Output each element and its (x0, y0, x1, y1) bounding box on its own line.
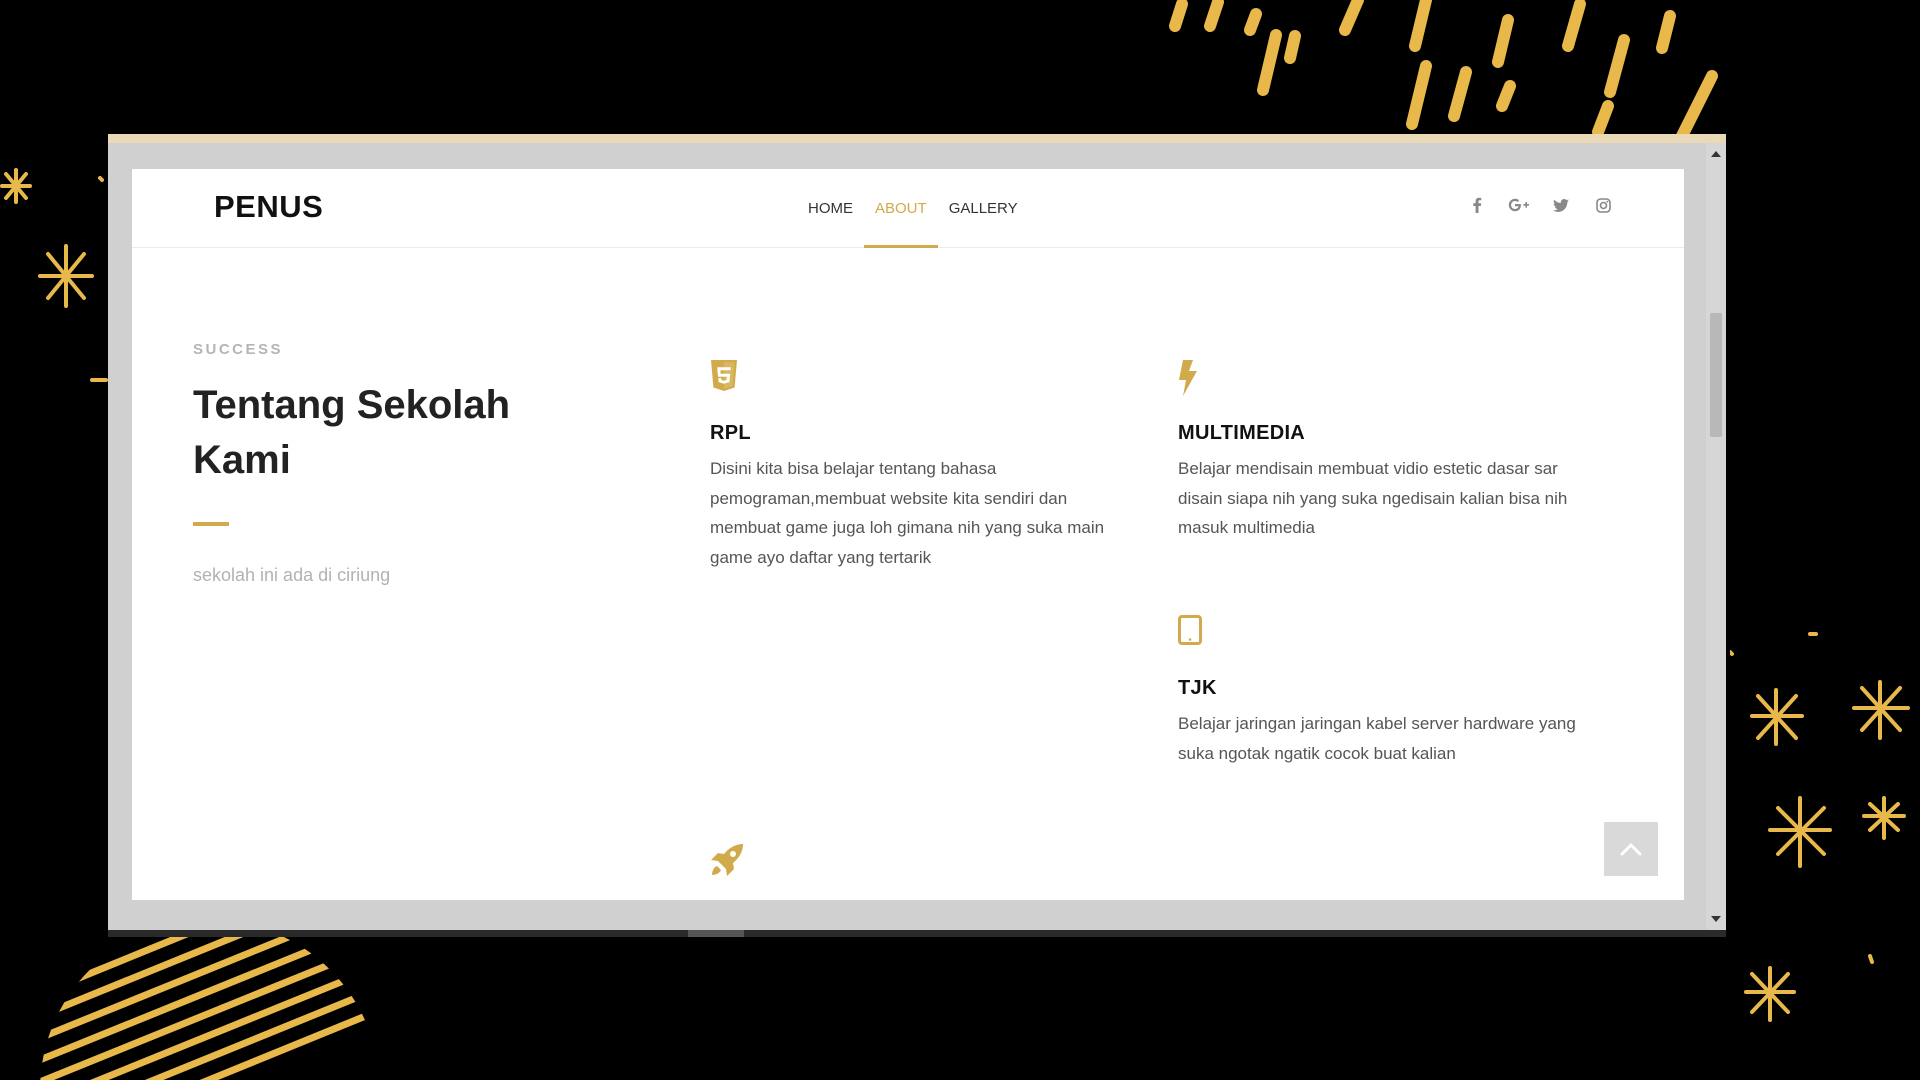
gold-striped-circle-decoration (40, 920, 380, 1080)
gold-stars-right-decoration (1730, 632, 1910, 1022)
feature-description: Belajar jaringan jaringan kabel server h… (1178, 714, 1576, 763)
window-top-edge (108, 134, 1726, 143)
section-lead-text: sekolah ini ada di ciriung (193, 565, 391, 585)
rocket-icon (710, 843, 1130, 883)
site-logo[interactable]: PENUS (214, 189, 323, 225)
feature-title: RPL (710, 422, 751, 444)
vertical-scrollbar[interactable] (1706, 143, 1726, 930)
section-title: Tentang Sekolah Kami (193, 378, 613, 488)
facebook-icon[interactable] (1466, 194, 1488, 216)
chevron-up-icon (1620, 843, 1642, 856)
social-links (1466, 194, 1614, 216)
nav-gallery-link[interactable]: GALLERY (938, 169, 1029, 247)
scrollbar-thumb[interactable] (1710, 313, 1722, 437)
html5-icon (710, 360, 1130, 400)
feature-title: MULTIMEDIA (1178, 422, 1306, 444)
bolt-icon (1178, 360, 1598, 400)
twitter-icon[interactable] (1550, 194, 1572, 216)
section-eyebrow: SUCCESS (193, 341, 284, 358)
instagram-icon[interactable] (1592, 194, 1614, 216)
site-header: PENUS HOME ABOUT GALLERY (132, 169, 1684, 248)
presentation-stage: PENUS HOME ABOUT GALLERY SUCCESS Tentang… (0, 0, 1920, 1080)
feature-rocket (710, 843, 1130, 883)
feature-tjk: TJK Belajar jaringan jaringan kabel serv… (1178, 615, 1598, 768)
feature-description: Disini kita bisa belajar tentang bahasa … (710, 459, 1105, 567)
gold-dash-rain-decoration (1169, 0, 1718, 140)
browser-window: PENUS HOME ABOUT GALLERY SUCCESS Tentang… (108, 134, 1726, 937)
horizontal-scrollbar[interactable] (108, 930, 1726, 937)
web-page: PENUS HOME ABOUT GALLERY SUCCESS Tentang… (132, 169, 1684, 900)
feature-rpl: RPL Disini kita bisa belajar tentang bah… (710, 360, 1130, 572)
tablet-icon (1178, 615, 1598, 655)
google-plus-icon[interactable] (1508, 194, 1530, 216)
about-intro: SUCCESS Tentang Sekolah Kami sekolah ini… (193, 341, 613, 586)
nav-about-link[interactable]: ABOUT (864, 169, 938, 248)
section-title-line2: Kami (193, 438, 291, 482)
feature-description: Belajar mendisain membuat vidio estetic … (1178, 459, 1568, 537)
feature-multimedia: MULTIMEDIA Belajar mendisain membuat vid… (1178, 360, 1598, 543)
nav-home-link[interactable]: HOME (797, 169, 864, 247)
section-title-line1: Tentang Sekolah (193, 383, 511, 427)
scroll-up-arrow-icon[interactable] (1711, 151, 1721, 157)
scroll-down-arrow-icon[interactable] (1711, 916, 1721, 922)
main-nav: HOME ABOUT GALLERY (797, 169, 1029, 248)
feature-title: TJK (1178, 677, 1217, 699)
back-to-top-button[interactable] (1604, 822, 1658, 876)
horizontal-scrollbar-thumb[interactable] (688, 930, 744, 937)
accent-divider (193, 522, 229, 526)
